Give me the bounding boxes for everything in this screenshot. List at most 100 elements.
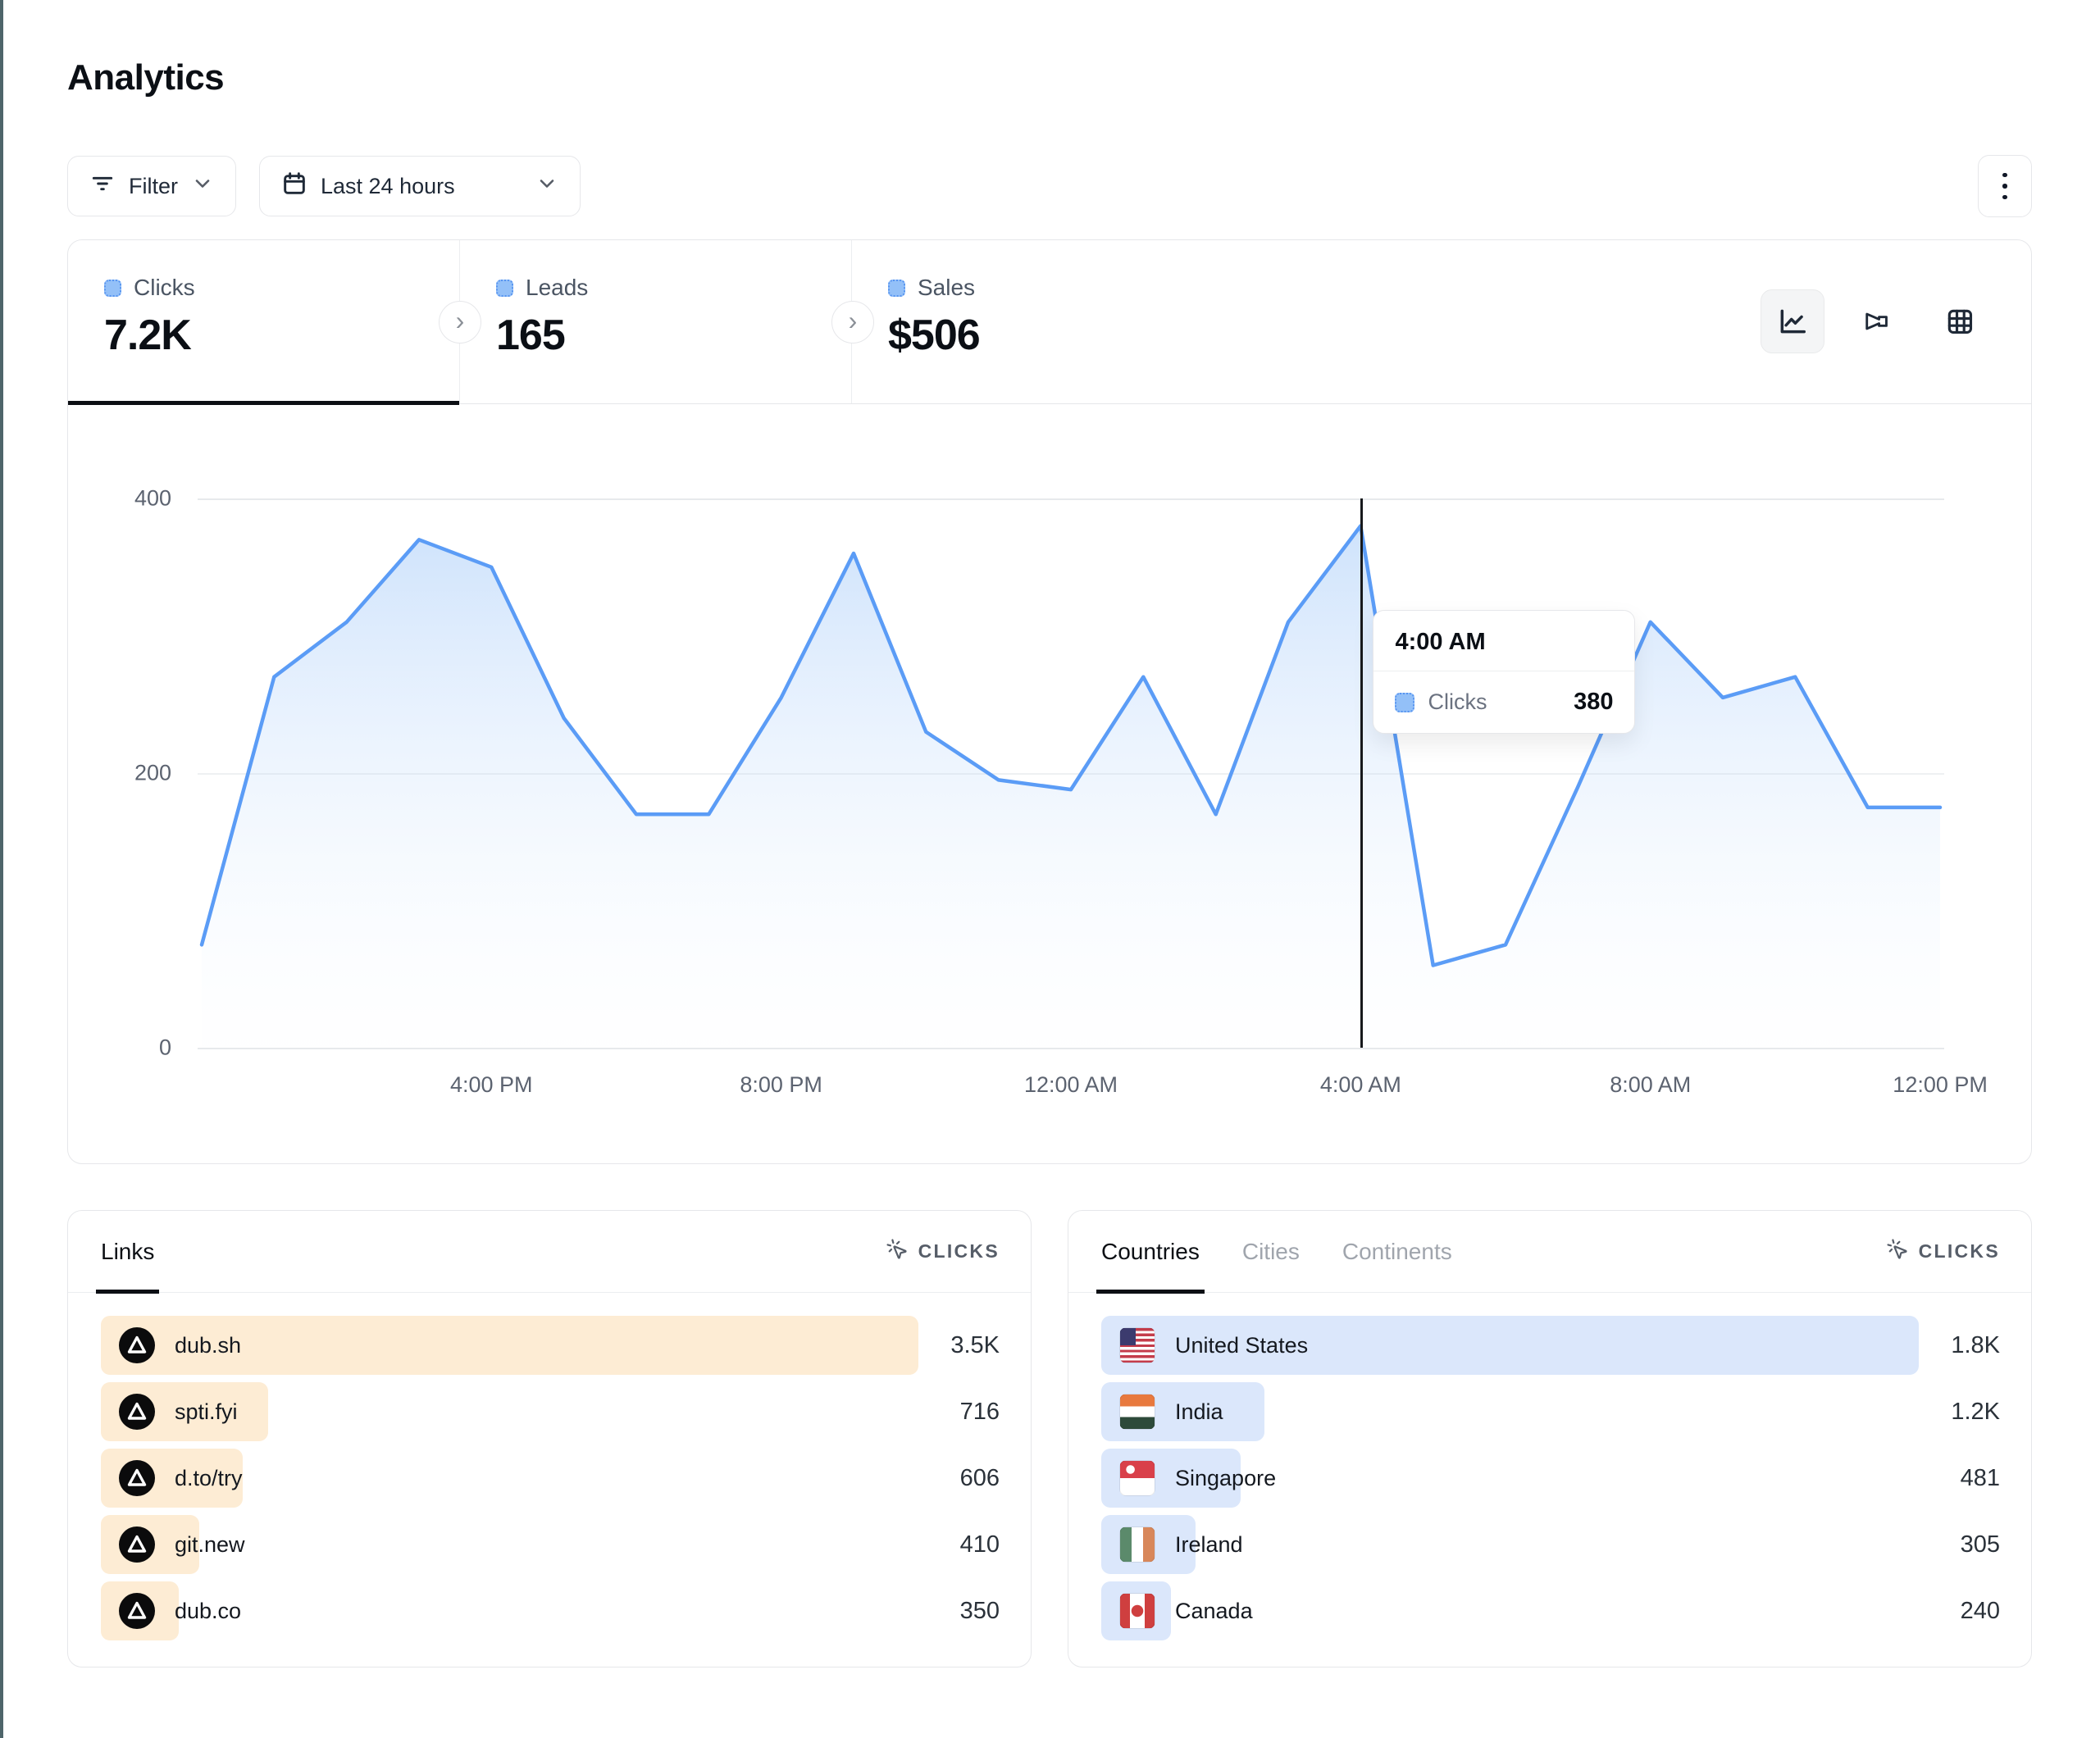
x-tick-1: 8:00 PM: [740, 1072, 822, 1098]
link-label: git.new: [175, 1532, 245, 1558]
country-label: Canada: [1175, 1599, 1253, 1624]
ca-flag-icon: [1119, 1593, 1155, 1629]
date-range-label: Last 24 hours: [321, 174, 455, 199]
x-tick-0: 4:00 PM: [450, 1072, 533, 1098]
link-row-git.new[interactable]: git.new 410: [101, 1515, 1000, 1574]
link-clicks-value: 410: [960, 1531, 1000, 1558]
tab-clicks[interactable]: Clicks 7.2K: [68, 240, 460, 403]
dub-logo-icon: [119, 1460, 155, 1496]
breakdown-panels: Links CLICKS dub.sh 3.5K: [67, 1210, 2032, 1667]
table-grid-icon[interactable]: [1928, 289, 1992, 353]
calendar-icon: [281, 171, 307, 202]
tooltip-legend-swatch-icon: [1395, 693, 1414, 712]
tooltip-value: 380: [1574, 689, 1613, 716]
sales-legend-swatch-icon: [888, 280, 905, 297]
link-label: dub.co: [175, 1599, 241, 1624]
country-clicks-value: 240: [1961, 1598, 2000, 1625]
links-metric-selector[interactable]: CLICKS: [886, 1238, 1000, 1266]
tab-countries[interactable]: Countries: [1101, 1211, 1200, 1292]
hover-crosshair-line: [1360, 498, 1363, 1048]
geo-panel-header: Countries Cities Continents CLICKS: [1068, 1211, 2031, 1293]
link-row-d.to-try[interactable]: d.to/try 606: [101, 1449, 1000, 1508]
link-row-dub.co[interactable]: dub.co 350: [101, 1581, 1000, 1640]
tab-leads[interactable]: Leads 165: [460, 240, 852, 403]
country-row-canada[interactable]: Canada 240: [1101, 1581, 2000, 1640]
area-line-series: [198, 498, 1944, 1048]
x-tick-5: 12:00 PM: [1893, 1072, 1988, 1098]
date-range-button[interactable]: Last 24 hours: [259, 156, 581, 216]
analytics-page: Analytics Filter Last 24 hours: [67, 0, 2032, 1667]
y-tick-0: 0: [159, 1035, 171, 1061]
filter-button-label: Filter: [129, 174, 178, 199]
x-tick-3: 4:00 AM: [1320, 1072, 1401, 1098]
country-row-india[interactable]: India 1.2K: [1101, 1382, 2000, 1441]
link-label: d.to/try: [175, 1466, 243, 1491]
y-tick-400: 400: [134, 486, 171, 512]
links-list: dub.sh 3.5K spti.fyi 716 d.to/try 606: [68, 1293, 1031, 1640]
link-clicks-value: 3.5K: [950, 1332, 1000, 1359]
chevron-down-icon: [535, 172, 558, 201]
clicks-timeseries-chart[interactable]: 400 200 0: [68, 404, 2031, 1163]
geo-metric-label: CLICKS: [1919, 1240, 2000, 1263]
country-row-ireland[interactable]: Ireland 305: [1101, 1515, 2000, 1574]
link-row-dub.sh[interactable]: dub.sh 3.5K: [101, 1316, 1000, 1375]
funnel-icon[interactable]: [1844, 289, 1908, 353]
stats-tabs-row: Clicks 7.2K Leads 165 Sales $506 › ›: [68, 240, 2031, 404]
gridline-0: [198, 1048, 1944, 1049]
countries-list: United States 1.8K India 1.2K Singapore …: [1068, 1293, 2031, 1640]
clicks-legend-swatch-icon: [104, 280, 121, 297]
analytics-chart-card: Clicks 7.2K Leads 165 Sales $506 › ›: [67, 239, 2032, 1164]
country-clicks-value: 305: [1961, 1531, 2000, 1558]
filter-button[interactable]: Filter: [67, 156, 236, 216]
page-title: Analytics: [67, 0, 2032, 97]
link-clicks-value: 350: [960, 1598, 1000, 1625]
clicks-value: 7.2K: [104, 311, 459, 360]
leads-tab-label: Leads: [526, 275, 588, 301]
x-tick-4: 8:00 AM: [1610, 1072, 1691, 1098]
link-row-spti.fyi[interactable]: spti.fyi 716: [101, 1382, 1000, 1441]
cursor-click-icon: [1886, 1238, 1909, 1266]
x-tick-2: 12:00 AM: [1024, 1072, 1118, 1098]
country-label: United States: [1175, 1333, 1308, 1358]
chart-type-switcher: [1761, 289, 1992, 353]
toolbar: Filter Last 24 hours: [67, 156, 2032, 216]
kebab-menu-icon: [2002, 173, 2007, 200]
clicks-tab-label: Clicks: [134, 275, 195, 301]
plot-area[interactable]: 4:00 PM 8:00 PM 12:00 AM 4:00 AM 8:00 AM…: [198, 498, 1944, 1048]
link-label: spti.fyi: [175, 1399, 238, 1425]
dub-logo-icon: [119, 1327, 155, 1363]
country-row-united-states[interactable]: United States 1.8K: [1101, 1316, 2000, 1375]
filter-lines-icon: [89, 171, 116, 202]
country-row-singapore[interactable]: Singapore 481: [1101, 1449, 2000, 1508]
tab-links[interactable]: Links: [101, 1211, 154, 1292]
cursor-click-icon: [886, 1238, 909, 1266]
dub-logo-icon: [119, 1593, 155, 1629]
link-clicks-value: 606: [960, 1465, 1000, 1492]
links-metric-label: CLICKS: [918, 1240, 1000, 1263]
chart-tooltip: 4:00 AM Clicks 380: [1373, 610, 1635, 734]
y-axis: 400 200 0: [68, 498, 184, 1048]
more-options-button[interactable]: [1978, 155, 2032, 217]
expand-leads-chevron-right-icon[interactable]: ›: [831, 301, 874, 344]
tooltip-series-label: Clicks: [1428, 689, 1487, 715]
ie-flag-icon: [1119, 1526, 1155, 1563]
tab-continents[interactable]: Continents: [1342, 1211, 1452, 1292]
country-clicks-value: 1.8K: [1951, 1332, 2000, 1359]
country-clicks-value: 1.2K: [1951, 1399, 2000, 1426]
expand-clicks-chevron-right-icon[interactable]: ›: [439, 301, 481, 344]
geo-metric-selector[interactable]: CLICKS: [1886, 1238, 2000, 1266]
sales-tab-label: Sales: [918, 275, 975, 301]
link-clicks-value: 716: [960, 1399, 1000, 1426]
geo-panel: Countries Cities Continents CLICKS: [1068, 1210, 2032, 1667]
tab-cities[interactable]: Cities: [1242, 1211, 1300, 1292]
leads-value: 165: [496, 311, 851, 360]
y-tick-200: 200: [134, 761, 171, 786]
tooltip-time: 4:00 AM: [1373, 611, 1634, 671]
country-clicks-value: 481: [1961, 1465, 2000, 1492]
country-label: Singapore: [1175, 1466, 1276, 1491]
links-panel: Links CLICKS dub.sh 3.5K: [67, 1210, 1032, 1667]
window-edge-strip: [0, 0, 3, 1738]
in-flag-icon: [1119, 1394, 1155, 1430]
country-label: Ireland: [1175, 1532, 1243, 1558]
line-chart-icon[interactable]: [1761, 289, 1824, 353]
